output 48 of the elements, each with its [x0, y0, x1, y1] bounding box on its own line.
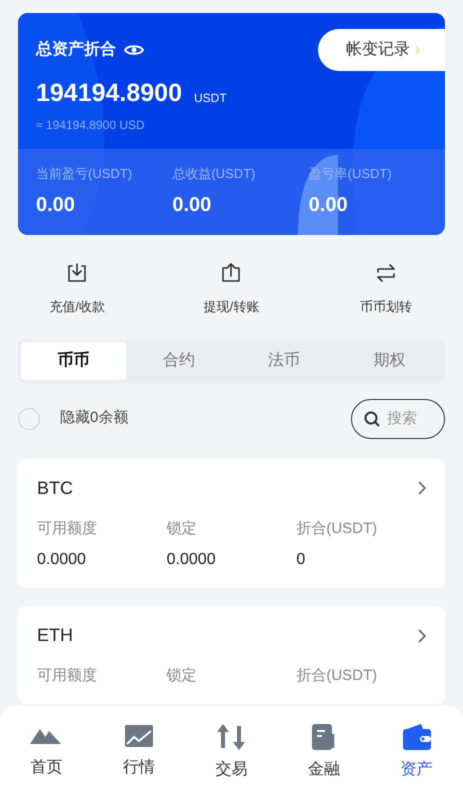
caret-icon — [416, 45, 421, 55]
search-field[interactable]: 搜索 — [351, 398, 445, 438]
document-icon — [311, 724, 338, 750]
balance-label: 锁定 — [166, 666, 197, 686]
approx-value: ≈ 194194.8900 USD — [35, 117, 145, 134]
nav-item[interactable]: 交易 — [185, 724, 278, 796]
account-record-button[interactable]: 帐变记录 — [318, 29, 445, 71]
tab[interactable]: 合约 — [126, 342, 232, 380]
tab[interactable]: 期权 — [336, 342, 442, 380]
balance-label: 锁定 — [166, 518, 197, 538]
tab[interactable]: 币币 — [21, 342, 126, 380]
stat-value: 0.00 — [36, 192, 75, 218]
action-button[interactable]: 充值/收款 — [0, 261, 154, 316]
up-down-arrows-icon — [217, 724, 246, 750]
balance-value: 0.0000 — [37, 550, 86, 570]
stat-value: 0.00 — [308, 192, 348, 218]
stat-label: 总收益(USDT) — [172, 165, 256, 183]
balance-value: 0 — [296, 550, 306, 570]
stat-label: 当前盈亏(USDT) — [36, 165, 132, 183]
nav-item[interactable]: 首页 — [0, 724, 93, 796]
total-assets-title: 总资产折合 — [36, 39, 116, 60]
tab[interactable]: 法币 — [232, 342, 337, 380]
coin-card[interactable]: ETH 可用额度 锁定 折合(USDT) — [18, 606, 445, 704]
nav-item[interactable]: 资产 — [370, 724, 463, 796]
chart-icon — [124, 724, 153, 748]
balance-label: 可用额度 — [37, 666, 97, 686]
action-button[interactable]: 提现/转账 — [154, 261, 309, 316]
stat-value: 0.00 — [172, 192, 212, 218]
action-button[interactable]: 币币划转 — [308, 261, 463, 316]
balance-label: 可用额度 — [37, 518, 97, 538]
balance-label: 折合(USDT) — [296, 518, 378, 538]
balance-label: 折合(USDT) — [296, 666, 378, 686]
total-unit: USDT — [194, 92, 227, 104]
coin-name: BTC — [37, 476, 73, 500]
nav-item[interactable]: 行情 — [92, 724, 186, 796]
nav-item[interactable]: 金融 — [278, 724, 370, 796]
coin-card[interactable]: BTC 可用额度 0.0000 锁定 0.0000 折合(USDT) 0 — [18, 458, 445, 588]
stat-label: 盈亏率(USDT) — [308, 165, 392, 183]
hide-zero-label: 隐藏0余额 — [60, 408, 128, 428]
balance-value: 0.0000 — [166, 550, 216, 570]
total-amount: 194194.8900 — [36, 81, 182, 106]
chevron-icon — [418, 628, 426, 642]
search-icon — [364, 410, 380, 426]
hide-zero-checkbox[interactable] — [18, 408, 40, 430]
chevron-icon — [418, 481, 426, 495]
wallet-icon — [402, 724, 431, 750]
coin-name: ETH — [37, 624, 73, 647]
eye-icon[interactable] — [124, 43, 144, 57]
